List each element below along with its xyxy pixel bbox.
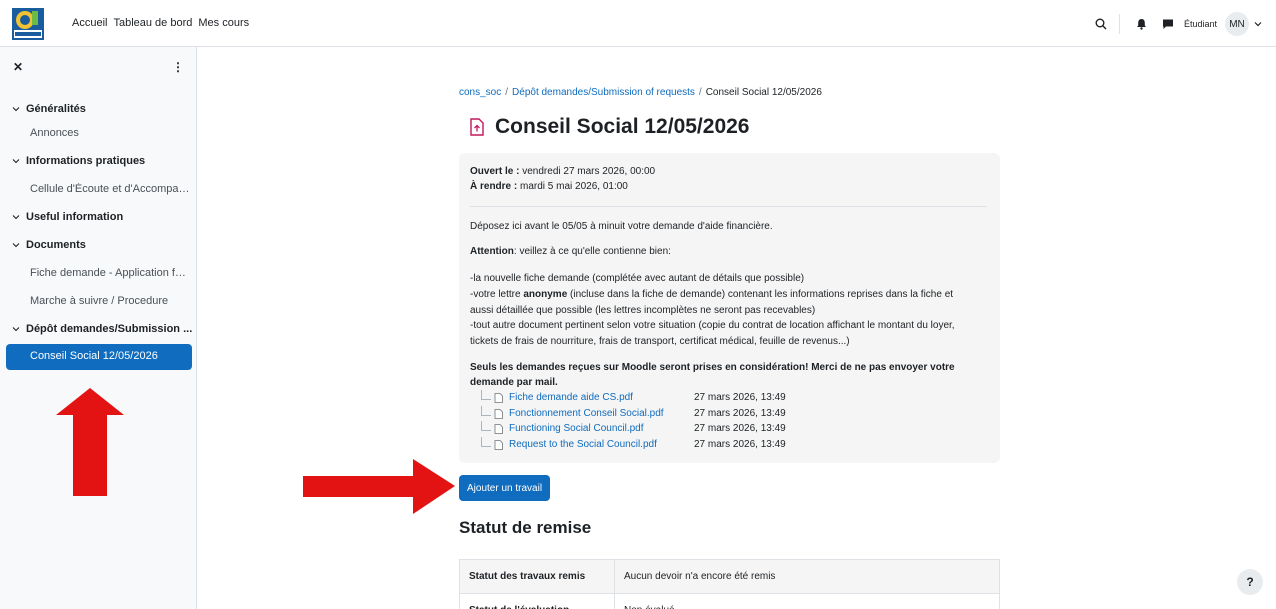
description-line: -la nouvelle fiche demande (complétée av…: [470, 273, 805, 284]
annotation-arrow-right: [303, 459, 455, 514]
table-row-value: Aucun devoir n'a encore été remis: [614, 559, 1000, 594]
sidebar-section-useful-information[interactable]: Useful information: [12, 211, 123, 223]
sidebar-section-documents[interactable]: Documents: [12, 239, 86, 251]
chevron-down-icon[interactable]: [1254, 18, 1262, 30]
chevron-down-icon: [12, 243, 20, 248]
file-icon: [494, 439, 503, 450]
file-row: Fiche demande aide CS.pdf 27 mars 2026, …: [481, 389, 786, 403]
breadcrumb-course[interactable]: cons_soc: [459, 87, 501, 98]
file-date: 27 mars 2026, 13:49: [694, 439, 786, 450]
submission-status-heading: Statut de remise: [459, 518, 592, 537]
sidebar-section-depot-demandes[interactable]: Dépôt demandes/Submission ...: [12, 323, 192, 335]
tree-connector: [481, 405, 491, 416]
nav-my-courses[interactable]: Mes cours: [198, 17, 249, 29]
assignment-icon: [470, 118, 484, 136]
divider: [470, 206, 987, 207]
breadcrumb: cons_soc / Dépôt demandes/Submission of re…: [459, 87, 822, 98]
more-options-icon[interactable]: ⋮: [172, 60, 184, 74]
primary-nav: Accueil Tableau de bord Mes cours: [72, 17, 249, 29]
annotation-arrow-up: [56, 388, 124, 496]
description-intro: Déposez ici avant le 05/05 à minuit votr…: [470, 221, 773, 232]
page-title: Conseil Social 12/05/2026: [469, 115, 749, 139]
add-submission-button[interactable]: Ajouter un travail: [459, 475, 551, 501]
file-date: 27 mars 2026, 13:49: [694, 423, 786, 434]
site-logo[interactable]: [12, 8, 44, 40]
file-link[interactable]: Fonctionnement Conseil Social.pdf: [509, 408, 694, 419]
avatar[interactable]: MN: [1225, 12, 1249, 36]
file-date: 27 mars 2026, 13:49: [694, 392, 786, 403]
table-row: Statut de l'évaluation Non évalué: [459, 593, 1000, 609]
table-row: Statut des travaux remis Aucun devoir n'…: [459, 559, 1000, 594]
sidebar-section-generalites[interactable]: Généralités: [12, 103, 86, 115]
top-navbar: Accueil Tableau de bord Mes cours Étudia…: [0, 0, 1276, 47]
sidebar-item-marche-a-suivre[interactable]: Marche à suivre / Procedure: [30, 295, 192, 307]
page-title-text: Conseil Social 12/05/2026: [495, 115, 750, 138]
chevron-down-icon: [12, 327, 20, 332]
file-row: Functioning Social Council.pdf 27 mars 2…: [481, 420, 786, 434]
help-button[interactable]: ?: [1237, 569, 1263, 595]
description-line: -votre lettre anonyme (incluse dans la f…: [470, 289, 954, 300]
file-date: 27 mars 2026, 13:49: [694, 408, 786, 419]
nav-dashboard[interactable]: Tableau de bord: [113, 17, 192, 29]
description-line: aussi détaillée que possible (les lettre…: [470, 305, 816, 316]
description-line: tickets de frais de nourriture, frais de…: [470, 336, 850, 347]
file-link[interactable]: Request to the Social Council.pdf: [509, 439, 694, 450]
user-menu-area: Étudiant MN: [1085, 12, 1262, 36]
table-row-label: Statut de l'évaluation: [459, 593, 615, 609]
assignment-info-card: Ouvert le : vendredi 27 mars 2026, 00:00…: [459, 153, 1000, 463]
breadcrumb-separator: /: [698, 87, 702, 98]
messages-icon[interactable]: [1158, 14, 1178, 34]
chevron-down-icon: [12, 107, 20, 112]
breadcrumb-section[interactable]: Dépôt demandes/Submission of requests: [512, 87, 695, 98]
breadcrumb-separator: /: [505, 87, 509, 98]
sidebar-item-conseil-social-active[interactable]: Conseil Social 12/05/2026: [6, 344, 192, 370]
breadcrumb-current: Conseil Social 12/05/2026: [705, 87, 822, 98]
header-divider: [1118, 14, 1120, 34]
nav-home[interactable]: Accueil: [72, 17, 107, 29]
file-row: Request to the Social Council.pdf 27 mar…: [481, 436, 786, 450]
tree-connector: [481, 420, 491, 431]
sidebar-item-annonces[interactable]: Annonces: [30, 127, 192, 139]
description-attention: Attention: veillez à ce qu'elle contienn…: [470, 246, 671, 257]
notification-bell-icon[interactable]: [1132, 14, 1152, 34]
tree-connector: [481, 389, 491, 400]
description-warning: demande par mail.: [470, 377, 558, 388]
file-icon: [494, 392, 503, 403]
sidebar-section-label: Informations pratiques: [26, 155, 146, 167]
close-icon[interactable]: ✕: [13, 60, 23, 74]
sidebar-item-fiche-demande[interactable]: Fiche demande - Application for...: [30, 267, 192, 279]
opened-date: Ouvert le : vendredi 27 mars 2026, 00:00: [470, 166, 656, 177]
tree-connector: [481, 436, 491, 447]
table-row-value: Non évalué: [614, 593, 1000, 609]
user-role: Étudiant: [1183, 19, 1217, 29]
file-link[interactable]: Functioning Social Council.pdf: [509, 423, 694, 434]
submission-status-table: Statut des travaux remis Aucun devoir n'…: [459, 559, 1000, 609]
sidebar-section-label: Généralités: [26, 103, 86, 115]
chevron-down-icon: [12, 159, 20, 164]
file-icon: [494, 408, 503, 419]
search-icon[interactable]: [1091, 14, 1111, 34]
course-index-drawer: ✕ ⋮ Généralités Annonces Informations pr…: [0, 47, 197, 609]
file-link[interactable]: Fiche demande aide CS.pdf: [509, 392, 694, 403]
table-row-label: Statut des travaux remis: [459, 559, 615, 594]
description-warning: Seuls les demandes reçues sur Moodle ser…: [470, 362, 955, 373]
chevron-down-icon: [12, 215, 20, 220]
sidebar-section-label: Documents: [26, 239, 86, 251]
file-row: Fonctionnement Conseil Social.pdf 27 mar…: [481, 405, 786, 419]
due-date: À rendre : mardi 5 mai 2026, 01:00: [470, 181, 628, 192]
description-line: -tout autre document pertinent selon vot…: [470, 320, 955, 331]
sidebar-section-informations-pratiques[interactable]: Informations pratiques: [12, 155, 145, 167]
sidebar-section-label: Useful information: [26, 211, 124, 223]
sidebar-section-label: Dépôt demandes/Submission ...: [26, 323, 193, 335]
sidebar-item-cellule-ecoute[interactable]: Cellule d'Écoute et d'Accompag...: [30, 183, 192, 195]
file-icon: [494, 423, 503, 434]
